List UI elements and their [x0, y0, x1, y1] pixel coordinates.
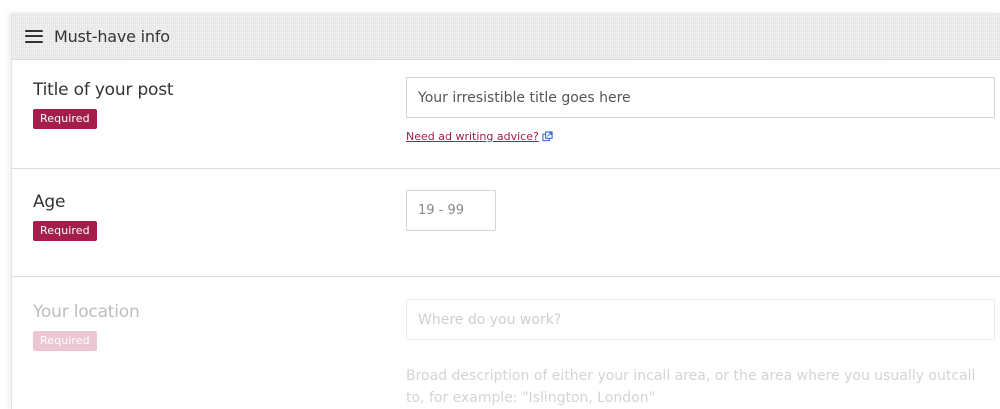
location-row: Your location Required Broad description…	[12, 277, 1000, 409]
required-badge: Required	[33, 331, 97, 351]
required-badge: Required	[33, 221, 97, 241]
ad-writing-advice-link[interactable]: Need ad writing advice?	[406, 130, 553, 143]
required-badge: Required	[33, 109, 97, 129]
age-label-group: Age Required	[33, 192, 97, 241]
section-header[interactable]: Must-have info	[12, 13, 1000, 60]
advice-link-text: Need ad writing advice?	[406, 130, 539, 143]
post-title-input[interactable]	[406, 77, 995, 118]
location-label-group: Your location Required	[33, 302, 140, 351]
title-row: Title of your post Required Need ad writ…	[12, 60, 1000, 169]
hamburger-icon[interactable]	[25, 29, 43, 43]
age-row: Age Required	[12, 169, 1000, 277]
age-label: Age	[33, 192, 66, 212]
age-input[interactable]	[406, 190, 496, 231]
location-input[interactable]	[406, 299, 995, 340]
external-link-icon	[542, 131, 553, 142]
title-label-group: Title of your post Required	[33, 80, 174, 129]
title-label: Title of your post	[33, 80, 174, 100]
must-have-info-panel: Must-have info Title of your post Requir…	[11, 13, 1000, 409]
location-label: Your location	[33, 302, 140, 322]
section-title: Must-have info	[54, 26, 170, 46]
location-help-text: Broad description of either your incall …	[406, 368, 976, 406]
